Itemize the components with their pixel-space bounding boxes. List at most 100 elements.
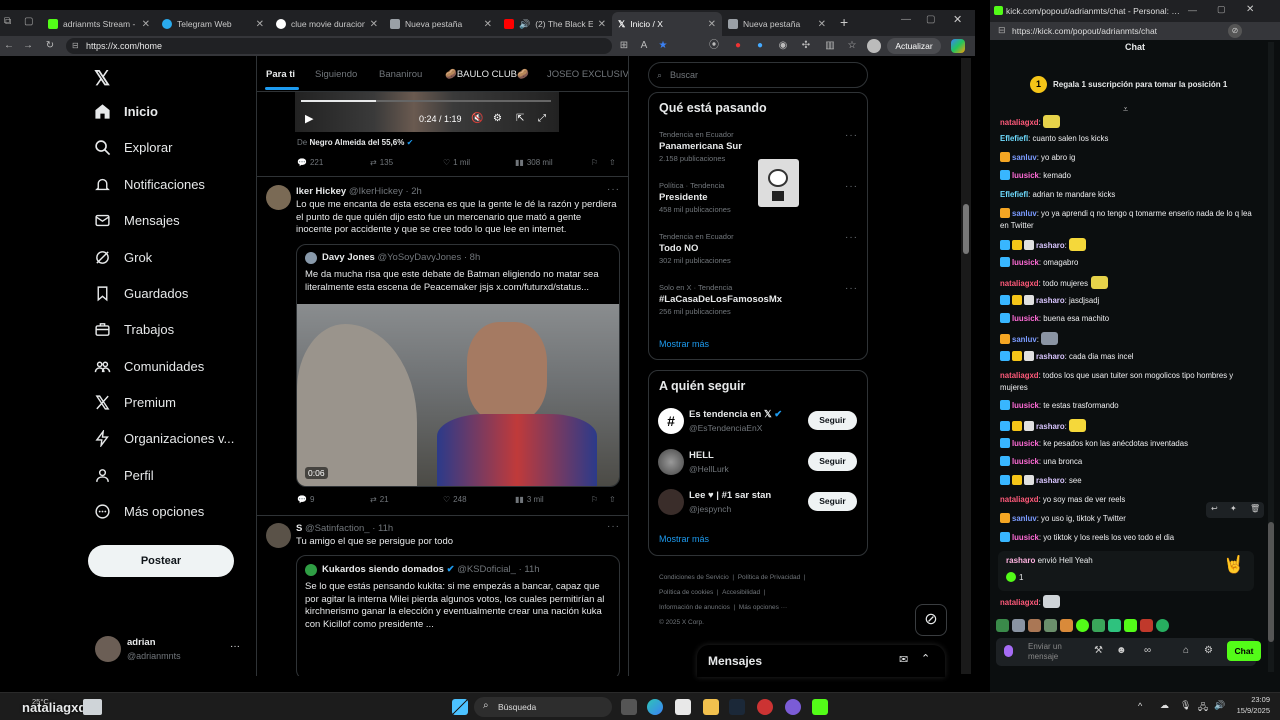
avatar[interactable]: [658, 449, 684, 475]
link-icon[interactable]: ∞: [1144, 645, 1151, 656]
tab-baulo-club[interactable]: 🥔BAULO CLUB🥔: [445, 69, 529, 80]
read-aloud-icon[interactable]: A: [638, 40, 650, 52]
page-scrollbar[interactable]: [961, 58, 971, 674]
extensions-puzzle-icon[interactable]: ✣: [800, 40, 812, 52]
chat-username[interactable]: rasharo: [1036, 422, 1065, 431]
emote[interactable]: [1044, 619, 1057, 632]
maximize-icon[interactable]: ▢: [926, 14, 935, 25]
favorites-icon[interactable]: ☆: [846, 40, 858, 52]
chat-username[interactable]: nataliagxd: [1000, 118, 1039, 127]
chat-url[interactable]: https://kick.com/popout/adrianmts/chat: [1012, 26, 1157, 36]
close-icon[interactable]: ✕: [598, 19, 606, 30]
emoji-icon[interactable]: ☻: [1116, 645, 1127, 656]
chat-username[interactable]: luusick: [1012, 439, 1039, 448]
tweet-author[interactable]: Iker Hickey @IkerHickey · 2h: [296, 186, 526, 197]
clock-date[interactable]: 15/9/2025: [1230, 706, 1270, 715]
source-name[interactable]: Negro Almeida del 55,6%: [309, 138, 404, 147]
emote[interactable]: [1028, 619, 1041, 632]
tab-para-ti[interactable]: Para ti: [266, 69, 295, 80]
maximize-icon[interactable]: ▢: [1217, 4, 1226, 15]
browser-tab-active[interactable]: 𝕏 Inicio / X ✕: [612, 12, 722, 36]
nav-item-premium[interactable]: Premium: [94, 394, 176, 411]
like-button[interactable]: ♡ 248: [443, 495, 467, 504]
more-icon[interactable]: ···: [607, 184, 620, 195]
trend-item[interactable]: Solo en X · Tendencia #LaCasaDeLosFamoso…: [659, 283, 849, 316]
steam-icon[interactable]: [729, 699, 745, 715]
play-icon[interactable]: ▶: [305, 112, 313, 125]
cloud-icon[interactable]: ☁: [1160, 700, 1169, 711]
chat-username[interactable]: nataliagxd: [1000, 279, 1039, 288]
back-icon[interactable]: ←: [3, 40, 15, 52]
close-icon[interactable]: ✕: [142, 19, 150, 30]
x-logo-icon[interactable]: 𝕏: [94, 66, 110, 91]
tab-siguiendo[interactable]: Siguiendo: [315, 69, 357, 80]
chevron-down-icon[interactable]: ⩡: [1123, 104, 1128, 115]
volume-icon[interactable]: 🔊: [1214, 700, 1225, 711]
nav-item-más-opciones[interactable]: Más opciones: [94, 503, 204, 520]
mute-icon[interactable]: 🔇: [471, 113, 483, 124]
chat-username[interactable]: luusick: [1012, 258, 1039, 267]
taskbar-search[interactable]: ⌕ Búsqueda: [474, 697, 612, 717]
nav-item-mensajes[interactable]: Mensajes: [94, 212, 180, 229]
retweet-button[interactable]: ⇄ 135: [370, 158, 393, 167]
settings-icon[interactable]: ⚙: [493, 113, 502, 124]
emote[interactable]: [1076, 619, 1089, 632]
scrollbar-thumb[interactable]: [1268, 522, 1274, 642]
reload-icon[interactable]: ↻: [44, 40, 56, 52]
follow-button[interactable]: Seguir: [808, 452, 857, 471]
chat-username[interactable]: rasharo: [1036, 296, 1065, 305]
trend-item[interactable]: Tendencia en Ecuador Todo NO 302 mil pub…: [659, 232, 849, 265]
hashtag-avatar[interactable]: #: [658, 408, 684, 434]
chevron-up-icon[interactable]: ⌃: [921, 652, 930, 665]
chat-username[interactable]: luusick: [1012, 314, 1039, 323]
tools-icon[interactable]: ⚒: [1094, 645, 1103, 656]
views-button[interactable]: ▮▮ 308 mil: [515, 158, 553, 167]
nav-item-explorar[interactable]: Explorar: [94, 139, 172, 156]
more-icon[interactable]: ···: [607, 521, 620, 532]
bookmark-icon[interactable]: ⚐: [591, 495, 598, 504]
avatar[interactable]: [658, 489, 684, 515]
file-explorer-icon[interactable]: [703, 699, 719, 715]
favorite-star-icon[interactable]: ★: [657, 40, 669, 52]
close-icon[interactable]: ✕: [818, 19, 826, 30]
follow-button[interactable]: Seguir: [808, 411, 857, 430]
browser-tab[interactable]: Nueva pestaña ✕: [722, 12, 832, 36]
url-field[interactable]: ⊟ https://x.com/home: [66, 38, 612, 54]
fullscreen-icon[interactable]: ⤢: [538, 113, 546, 124]
retweet-button[interactable]: ⇄ 21: [370, 495, 389, 504]
nav-item-inicio[interactable]: Inicio: [94, 103, 158, 120]
app-icon[interactable]: [785, 699, 801, 715]
edge-icon[interactable]: [647, 699, 663, 715]
tweet-author[interactable]: S @Satinfaction_ · 11h: [296, 523, 526, 534]
chat-username[interactable]: luusick: [1012, 401, 1039, 410]
nav-item-organizaciones-v[interactable]: Organizaciones v...: [94, 430, 234, 447]
video-player[interactable]: 0:06: [297, 304, 619, 486]
close-icon[interactable]: ✕: [256, 19, 264, 30]
app-icon[interactable]: [757, 699, 773, 715]
close-icon[interactable]: ✕: [370, 19, 378, 30]
emote[interactable]: [1012, 619, 1025, 632]
post-button[interactable]: Postear: [88, 545, 234, 577]
copilot-icon[interactable]: [951, 39, 965, 53]
nav-item-trabajos[interactable]: Trabajos: [94, 321, 174, 338]
video-progress-bar[interactable]: [301, 100, 551, 102]
more-icon[interactable]: ···: [845, 283, 858, 294]
browser-tab[interactable]: Nueva pestaña ✕: [384, 12, 498, 36]
new-message-icon[interactable]: ✉: [899, 653, 908, 666]
reply-button[interactable]: 💬 9: [297, 495, 314, 504]
trend-item[interactable]: Política · Tendencia Presidente 458 mil …: [659, 181, 849, 214]
chat-username[interactable]: nataliagxd: [1000, 371, 1039, 380]
scrollbar-thumb[interactable]: [963, 204, 969, 254]
start-icon[interactable]: [452, 699, 468, 715]
network-icon[interactable]: 🖧: [1198, 700, 1208, 716]
close-icon[interactable]: ✕: [708, 19, 716, 30]
delete-icon[interactable]: 🗑: [1250, 504, 1260, 513]
tracking-prevention-icon[interactable]: ⊘: [1228, 24, 1242, 38]
follow-button[interactable]: Seguir: [808, 492, 857, 511]
emote[interactable]: [1108, 619, 1121, 632]
extension-icon[interactable]: ●: [732, 40, 744, 52]
popout-icon[interactable]: ⇱: [516, 113, 524, 124]
emote[interactable]: [1092, 619, 1105, 632]
nav-item-perfil[interactable]: Perfil: [94, 467, 154, 484]
video-player[interactable]: ▶ 0:24 / 1:19 🔇 ⚙ ⇱ ⤢: [295, 92, 559, 132]
